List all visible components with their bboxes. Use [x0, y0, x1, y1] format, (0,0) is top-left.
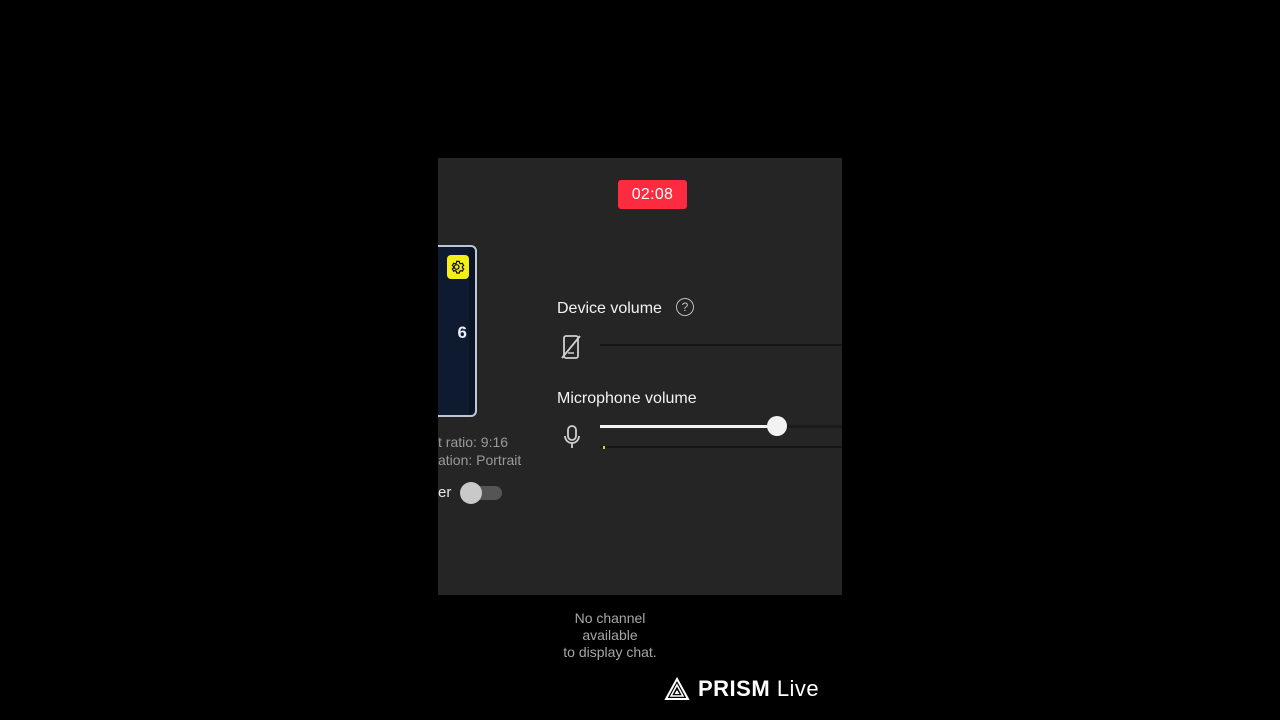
chat-message-line: available [582, 627, 638, 643]
microphone-level-indicator [603, 446, 605, 449]
aspect-ratio-text: t ratio: 9:16 [438, 434, 509, 450]
prism-live-watermark: PRISM Live [664, 676, 819, 702]
toggle-label: er [438, 484, 452, 501]
help-button[interactable]: ? [676, 298, 694, 316]
microphone-icon[interactable] [562, 424, 582, 450]
live-timer-text: 02:08 [631, 185, 674, 203]
phone-muted-icon[interactable] [560, 334, 582, 360]
microphone-level-meter [600, 446, 842, 448]
microphone-volume-handle[interactable] [766, 416, 787, 436]
brand-name: PRISM Live [698, 676, 820, 701]
feature-toggle[interactable] [460, 482, 504, 504]
preview-settings-button[interactable] [447, 255, 469, 279]
orientation-text: ation: Portrait [438, 452, 522, 468]
microphone-volume-fill [600, 425, 777, 428]
device-volume-slider[interactable] [600, 344, 842, 346]
stream-preview-card[interactable]: 6 [438, 245, 477, 417]
help-icon: ? [681, 300, 689, 314]
chat-empty-message: No channel available to display chat. [540, 610, 680, 661]
live-timer-badge: 02:08 [618, 180, 687, 209]
chat-message-line: to display chat. [563, 644, 657, 660]
chat-message-line: No channel [574, 610, 646, 626]
microphone-volume-title: Microphone volume [557, 390, 697, 407]
toggle-knob [460, 482, 482, 504]
device-volume-title: Device volume [557, 300, 662, 317]
preview-overlay-digit: 6 [457, 323, 467, 342]
gear-icon [451, 260, 465, 274]
prism-logo-icon [664, 677, 690, 700]
live-control-panel: 02:08 6 t ratio: 9:16 ation: Portrait er… [438, 158, 842, 595]
